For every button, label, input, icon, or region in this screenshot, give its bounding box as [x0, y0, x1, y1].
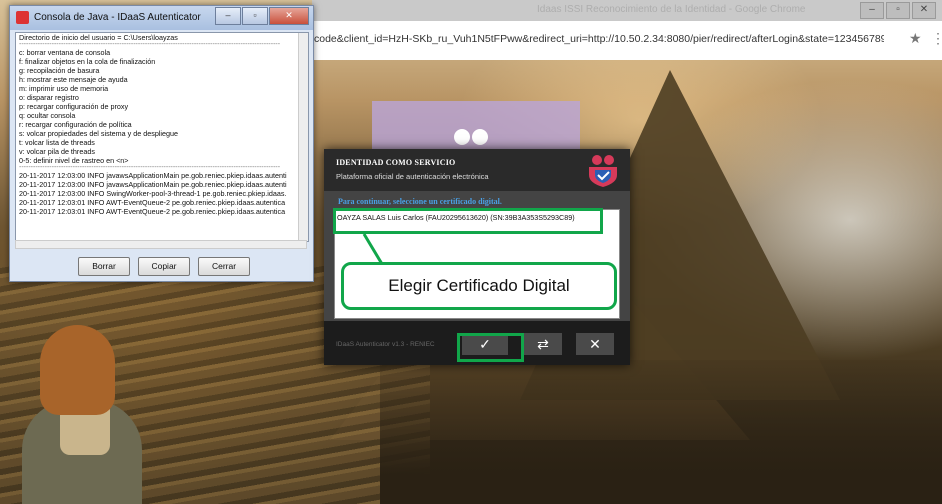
- close-console-button[interactable]: Cerrar: [198, 257, 250, 276]
- console-close-button[interactable]: ✕: [269, 7, 309, 25]
- ground-shadow: [380, 360, 942, 504]
- console-line: f: finalizar objetos en la cola de final…: [19, 57, 156, 66]
- console-line: v: volcar pila de threads: [19, 147, 95, 156]
- instruction-callout: Elegir Certificado Digital: [341, 262, 617, 310]
- console-line: g: recopilación de basura: [19, 66, 100, 75]
- accept-button-highlight: [457, 333, 524, 362]
- callout-pointer: [362, 233, 414, 266]
- cancel-button[interactable]: ✕: [576, 333, 614, 355]
- minimize-button[interactable]: –: [860, 2, 884, 19]
- console-line: c: borrar ventana de consola: [19, 48, 111, 57]
- console-line: h: mostrar este mensaje de ayuda: [19, 75, 128, 84]
- console-line: r: recargar configuración de política: [19, 120, 132, 129]
- console-line: s: volcar propiedades del sistema y de d…: [19, 129, 179, 138]
- java-icon: [16, 11, 29, 24]
- log-line: 20-11-2017 12:03:00 INFO javawsApplicati…: [19, 171, 287, 180]
- dialog-title: IDENTIDAD COMO SERVICIO: [336, 158, 456, 167]
- log-line: 20-11-2017 12:03:01 INFO AWT-EventQueue-…: [19, 198, 286, 207]
- console-window-controls: – ▫ ✕: [215, 7, 309, 25]
- console-minimize-button[interactable]: –: [215, 7, 241, 25]
- clear-button[interactable]: Borrar: [78, 257, 130, 276]
- console-line: o: disparar registro: [19, 93, 79, 102]
- idaas-logo-icon: [589, 155, 617, 187]
- console-output[interactable]: Directorio de inicio del usuario = C:\Us…: [15, 32, 309, 242]
- console-line: Directorio de inicio del usuario = C:\Us…: [19, 33, 178, 42]
- console-title: Consola de Java - IDaaS Autenticator: [34, 12, 201, 23]
- console-line: p: recargar configuración de proxy: [19, 102, 129, 111]
- address-bar[interactable]: code&client_id=HzH-SKb_ru_Vuh1N5tFPww&re…: [312, 21, 942, 60]
- bookmark-star-icon[interactable]: ★: [909, 30, 922, 47]
- console-footer: Borrar Copiar Cerrar: [10, 253, 313, 281]
- browser-titlebar: Idaas ISSI Reconocimiento de la Identida…: [312, 0, 942, 21]
- browser-title: Idaas ISSI Reconocimiento de la Identida…: [537, 4, 806, 15]
- vertical-scrollbar[interactable]: [298, 33, 308, 241]
- console-line: t: volcar lista de threads: [19, 138, 95, 147]
- close-button[interactable]: ✕: [912, 2, 936, 19]
- woman-hair: [40, 325, 115, 415]
- dialog-subtitle: Plataforma oficial de autenticación elec…: [336, 172, 489, 181]
- dialog-prompt: Para continuar, seleccione un certificad…: [338, 197, 502, 206]
- browser-window-controls: – ▫ ✕: [860, 2, 936, 19]
- refresh-button[interactable]: ⇄: [524, 333, 562, 355]
- console-line: 0-5: definir nivel de rastreo en <n>: [19, 156, 129, 165]
- log-line: 20-11-2017 12:03:00 INFO javawsApplicati…: [19, 180, 287, 189]
- horizontal-scrollbar[interactable]: [15, 240, 307, 249]
- url-text[interactable]: code&client_id=HzH-SKb_ru_Vuh1N5tFPww&re…: [314, 33, 884, 45]
- log-line: 20-11-2017 12:03:01 INFO AWT-EventQueue-…: [19, 207, 286, 216]
- version-label: IDaaS Autenticator v1.3 - RENIEC: [336, 341, 435, 348]
- console-maximize-button[interactable]: ▫: [242, 7, 268, 25]
- copy-button[interactable]: Copiar: [138, 257, 190, 276]
- dialog-header: IDENTIDAD COMO SERVICIO Plataforma ofici…: [324, 149, 630, 191]
- console-line: q: ocultar consola: [19, 111, 76, 120]
- callout-text: Elegir Certificado Digital: [388, 276, 570, 295]
- console-titlebar[interactable]: Consola de Java - IDaaS Autenticator – ▫…: [10, 6, 313, 30]
- kebab-menu-icon[interactable]: ⋮: [931, 30, 942, 47]
- console-line: m: imprimir uso de memoria: [19, 84, 109, 93]
- maximize-button[interactable]: ▫: [886, 2, 910, 19]
- browser-window: Idaas ISSI Reconocimiento de la Identida…: [312, 0, 942, 60]
- java-console-window: Consola de Java - IDaaS Autenticator – ▫…: [9, 5, 314, 282]
- certificate-highlight: [333, 208, 603, 234]
- log-line: 20-11-2017 12:03:00 INFO SwingWorker-poo…: [19, 189, 287, 198]
